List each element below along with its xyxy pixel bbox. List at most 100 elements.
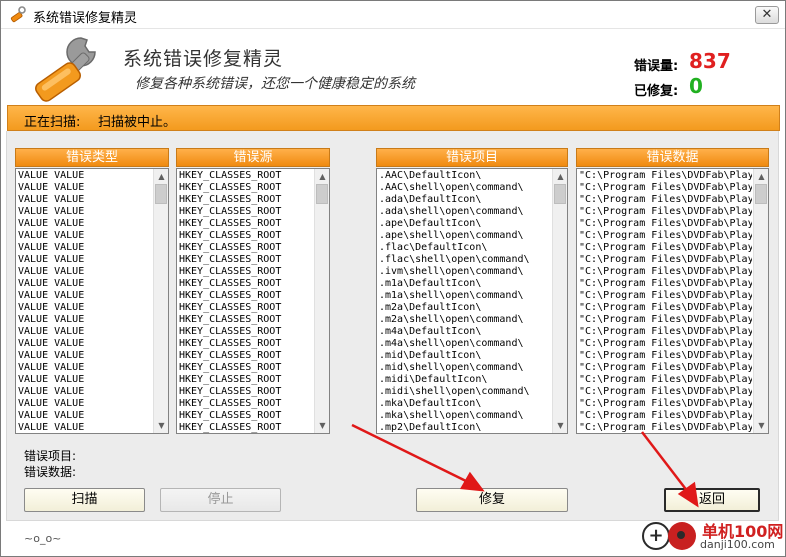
list-item[interactable]: .flac\DefaultIcon\: [379, 242, 551, 254]
list-item[interactable]: "C:\Program Files\DVDFab\Play: [579, 170, 752, 182]
list-item[interactable]: VALUE VALUE: [18, 206, 152, 218]
scroll-up-icon[interactable]: ▲: [154, 169, 168, 184]
list-item[interactable]: .midi\shell\open\command\: [379, 386, 551, 398]
list-item[interactable]: VALUE VALUE: [18, 302, 152, 314]
list-item[interactable]: HKEY_CLASSES_ROOT: [179, 194, 313, 206]
list-item[interactable]: .ape\DefaultIcon\: [379, 218, 551, 230]
list-item[interactable]: HKEY_CLASSES_ROOT: [179, 266, 313, 278]
list-item[interactable]: HKEY_CLASSES_ROOT: [179, 290, 313, 302]
scroll-thumb[interactable]: [155, 184, 167, 204]
list-item[interactable]: .m2a\DefaultIcon\: [379, 302, 551, 314]
list-item[interactable]: .ada\DefaultIcon\: [379, 194, 551, 206]
list-item[interactable]: HKEY_CLASSES_ROOT: [179, 350, 313, 362]
list-item[interactable]: VALUE VALUE: [18, 350, 152, 362]
list-item[interactable]: .m1a\DefaultIcon\: [379, 278, 551, 290]
list-item[interactable]: .ape\shell\open\command\: [379, 230, 551, 242]
list-item[interactable]: "C:\Program Files\DVDFab\Play: [579, 242, 752, 254]
list-item[interactable]: "C:\Program Files\DVDFab\Play: [579, 338, 752, 350]
list-item[interactable]: .flac\shell\open\command\: [379, 254, 551, 266]
list-item[interactable]: "C:\Program Files\DVDFab\Play: [579, 278, 752, 290]
list-item[interactable]: "C:\Program Files\DVDFab\Play: [579, 422, 752, 433]
list-item[interactable]: HKEY_CLASSES_ROOT: [179, 278, 313, 290]
fix-button[interactable]: 修复: [416, 488, 568, 512]
error-type-list[interactable]: VALUE VALUE VALUE VALUE VALUE VALUE VALUE V…: [15, 168, 169, 434]
list-item[interactable]: HKEY_CLASSES_ROOT: [179, 386, 313, 398]
list-item[interactable]: VALUE VALUE: [18, 338, 152, 350]
scroll-down-icon[interactable]: ▼: [754, 418, 768, 433]
list-item[interactable]: .m4a\DefaultIcon\: [379, 326, 551, 338]
list-item[interactable]: HKEY_CLASSES_ROOT: [179, 182, 313, 194]
list-item[interactable]: VALUE VALUE: [18, 278, 152, 290]
list-item[interactable]: VALUE VALUE: [18, 254, 152, 266]
list-item[interactable]: "C:\Program Files\DVDFab\Play: [579, 290, 752, 302]
list-item[interactable]: .mka\DefaultIcon\: [379, 398, 551, 410]
list-item[interactable]: "C:\Program Files\DVDFab\Play: [579, 410, 752, 422]
list-item[interactable]: "C:\Program Files\DVDFab\Play: [579, 386, 752, 398]
list-item[interactable]: HKEY_CLASSES_ROOT: [179, 314, 313, 326]
list-item[interactable]: HKEY_CLASSES_ROOT: [179, 230, 313, 242]
list-item[interactable]: .mid\DefaultIcon\: [379, 350, 551, 362]
list-item[interactable]: VALUE VALUE: [18, 374, 152, 386]
list-item[interactable]: VALUE VALUE: [18, 362, 152, 374]
list-item[interactable]: "C:\Program Files\DVDFab\Play: [579, 398, 752, 410]
error-source-scrollbar[interactable]: ▲ ▼: [314, 169, 329, 433]
list-item[interactable]: VALUE VALUE: [18, 386, 152, 398]
list-item[interactable]: .AAC\shell\open\command\: [379, 182, 551, 194]
list-item[interactable]: "C:\Program Files\DVDFab\Play: [579, 374, 752, 386]
list-item[interactable]: VALUE VALUE: [18, 290, 152, 302]
list-item[interactable]: VALUE VALUE: [18, 422, 152, 433]
list-item[interactable]: VALUE VALUE: [18, 242, 152, 254]
list-item[interactable]: HKEY_CLASSES_ROOT: [179, 362, 313, 374]
list-item[interactable]: .mp2\DefaultIcon\: [379, 422, 551, 433]
list-item[interactable]: .m2a\shell\open\command\: [379, 314, 551, 326]
list-item[interactable]: .midi\DefaultIcon\: [379, 374, 551, 386]
list-item[interactable]: VALUE VALUE: [18, 230, 152, 242]
list-item[interactable]: HKEY_CLASSES_ROOT: [179, 326, 313, 338]
error-item-list[interactable]: .AAC\DefaultIcon\ .AAC\shell\open\command…: [376, 168, 568, 434]
title-bar[interactable]: 系统错误修复精灵 ✕: [1, 1, 785, 29]
scroll-thumb[interactable]: [755, 184, 767, 204]
list-item[interactable]: HKEY_CLASSES_ROOT: [179, 374, 313, 386]
list-item[interactable]: HKEY_CLASSES_ROOT: [179, 302, 313, 314]
error-item-scrollbar[interactable]: ▲ ▼: [552, 169, 567, 433]
list-item[interactable]: .AAC\DefaultIcon\: [379, 170, 551, 182]
list-item[interactable]: HKEY_CLASSES_ROOT: [179, 242, 313, 254]
list-item[interactable]: "C:\Program Files\DVDFab\Play: [579, 326, 752, 338]
list-item[interactable]: .ada\shell\open\command\: [379, 206, 551, 218]
list-item[interactable]: VALUE VALUE: [18, 314, 152, 326]
list-item[interactable]: HKEY_CLASSES_ROOT: [179, 338, 313, 350]
scroll-up-icon[interactable]: ▲: [754, 169, 768, 184]
list-item[interactable]: VALUE VALUE: [18, 326, 152, 338]
list-item[interactable]: "C:\Program Files\DVDFab\Play: [579, 182, 752, 194]
list-item[interactable]: VALUE VALUE: [18, 410, 152, 422]
scroll-up-icon[interactable]: ▲: [315, 169, 329, 184]
list-item[interactable]: .mka\shell\open\command\: [379, 410, 551, 422]
list-item[interactable]: "C:\Program Files\DVDFab\Play: [579, 230, 752, 242]
error-source-list[interactable]: HKEY_CLASSES_ROOT HKEY_CLASSES_ROOT HKEY_C…: [176, 168, 330, 434]
list-item[interactable]: "C:\Program Files\DVDFab\Play: [579, 194, 752, 206]
scan-button[interactable]: 扫描: [24, 488, 145, 512]
list-item[interactable]: HKEY_CLASSES_ROOT: [179, 206, 313, 218]
list-item[interactable]: VALUE VALUE: [18, 398, 152, 410]
list-item[interactable]: VALUE VALUE: [18, 218, 152, 230]
list-item[interactable]: VALUE VALUE: [18, 170, 152, 182]
list-item[interactable]: .m4a\shell\open\command\: [379, 338, 551, 350]
list-item[interactable]: "C:\Program Files\DVDFab\Play: [579, 254, 752, 266]
error-data-scrollbar[interactable]: ▲ ▼: [753, 169, 768, 433]
scroll-down-icon[interactable]: ▼: [315, 418, 329, 433]
list-item[interactable]: "C:\Program Files\DVDFab\Play: [579, 350, 752, 362]
list-item[interactable]: HKEY_CLASSES_ROOT: [179, 218, 313, 230]
list-item[interactable]: "C:\Program Files\DVDFab\Play: [579, 302, 752, 314]
list-item[interactable]: .m1a\shell\open\command\: [379, 290, 551, 302]
scroll-down-icon[interactable]: ▼: [553, 418, 567, 433]
scroll-thumb[interactable]: [554, 184, 566, 204]
list-item[interactable]: VALUE VALUE: [18, 266, 152, 278]
list-item[interactable]: .ivm\shell\open\command\: [379, 266, 551, 278]
scroll-thumb[interactable]: [316, 184, 328, 204]
list-item[interactable]: VALUE VALUE: [18, 194, 152, 206]
stop-button[interactable]: 停止: [160, 488, 281, 512]
list-item[interactable]: "C:\Program Files\DVDFab\Play: [579, 266, 752, 278]
list-item[interactable]: HKEY_CLASSES_ROOT: [179, 170, 313, 182]
list-item[interactable]: "C:\Program Files\DVDFab\Play: [579, 206, 752, 218]
list-item[interactable]: .mid\shell\open\command\: [379, 362, 551, 374]
